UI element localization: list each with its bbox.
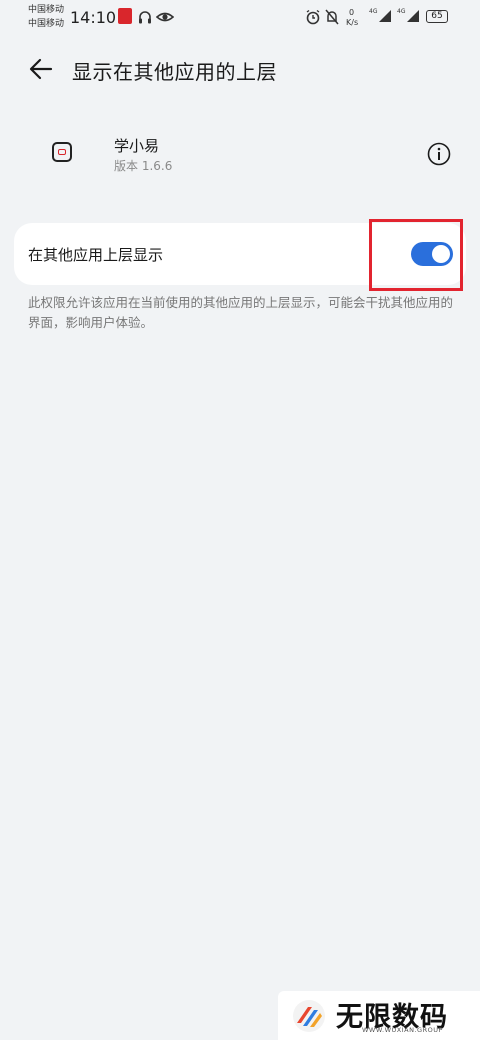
watermark: 无限数码 WWW.WUXIAN.GROUP <box>278 991 480 1040</box>
app-icon <box>52 142 72 162</box>
mute-bell-icon <box>325 9 339 25</box>
highlight-box <box>369 219 463 291</box>
back-arrow-icon[interactable] <box>27 55 55 83</box>
sim1-network-type: 4G <box>369 8 378 15</box>
app-name: 学小易 <box>114 137 160 155</box>
sim2-network-type: 4G <box>397 8 406 15</box>
carrier-2: 中国移动 <box>28 19 65 29</box>
signal-icon <box>407 10 419 22</box>
permission-description: 此权限允许该应用在当前使用的其他应用的上层显示，可能会干扰其他应用的界面，影响用… <box>28 295 454 330</box>
carrier-1: 中国移动 <box>28 5 65 15</box>
eye-icon <box>156 12 174 22</box>
info-icon[interactable] <box>427 142 451 166</box>
page-title: 显示在其他应用的上层 <box>72 60 277 84</box>
alarm-icon <box>306 9 320 25</box>
watermark-subtext: WWW.WUXIAN.GROUP <box>362 1026 443 1034</box>
app-notification-icon <box>118 8 132 24</box>
watermark-logo-icon <box>293 1000 325 1032</box>
status-time: 14:10 <box>70 8 117 27</box>
overlay-permission-label: 在其他应用上层显示 <box>28 246 164 264</box>
app-version: 版本 1.6.6 <box>114 159 173 173</box>
battery-indicator: 65 <box>426 10 448 23</box>
net-speed-value: 0 <box>349 8 355 17</box>
status-bar: 中国移动 中国移动 14:10 0 K/s 4G 4G 65 <box>0 0 480 36</box>
net-speed-unit: K/s <box>346 18 359 27</box>
headphone-icon <box>139 11 151 24</box>
signal-icon <box>379 10 391 22</box>
